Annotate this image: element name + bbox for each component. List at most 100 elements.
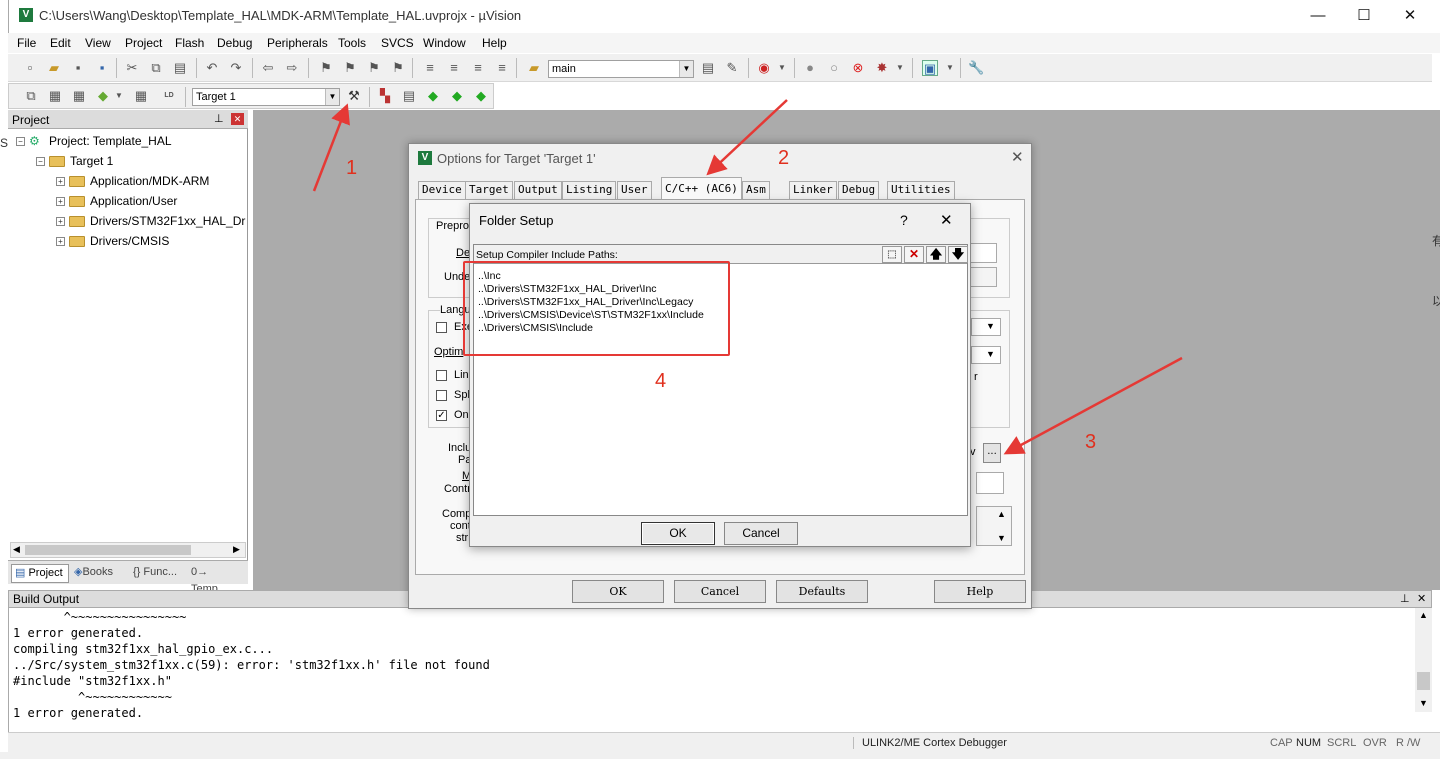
incremental-find-icon[interactable]: ✎ <box>724 60 740 76</box>
scroll-up-icon[interactable]: ▲ <box>1419 610 1428 620</box>
options-for-target-icon[interactable]: ⚒ <box>346 88 362 104</box>
menu-file[interactable]: File <box>17 36 36 50</box>
one-elf-section-checkbox[interactable]: ✓ <box>436 410 447 421</box>
tab-utilities[interactable]: Utilities <box>887 181 955 199</box>
unindent-icon[interactable]: ≡ <box>446 60 462 76</box>
debug-session-icon[interactable]: ◉ <box>756 60 772 76</box>
menu-view[interactable]: View <box>85 36 111 50</box>
pack-installer-icon[interactable]: ◆ <box>425 88 441 104</box>
scroll-thumb[interactable] <box>25 545 191 555</box>
tab-books[interactable]: ◈Books <box>71 564 129 583</box>
menu-help[interactable]: Help <box>482 36 507 50</box>
split-load-checkbox[interactable] <box>436 390 447 401</box>
tab-asm[interactable]: Asm <box>742 181 770 199</box>
bookmark-prev-icon[interactable]: ⚑ <box>342 60 358 76</box>
menu-flash[interactable]: Flash <box>175 36 204 50</box>
tab-project[interactable]: ▤ Project <box>11 564 69 583</box>
cpp-language-dropdown[interactable]: ▼ <box>971 346 1001 364</box>
tree-group[interactable]: + Drivers/CMSIS <box>56 234 169 248</box>
chevron-down-icon[interactable]: ▼ <box>111 88 127 104</box>
tab-output[interactable]: Output <box>514 181 562 199</box>
tree-project-root[interactable]: − ⚙ Project: Template_HAL <box>16 134 172 148</box>
close-icon[interactable]: ✕ <box>1417 592 1426 605</box>
horizontal-scrollbar[interactable]: ◀ ▶ <box>10 542 246 558</box>
menu-debug[interactable]: Debug <box>217 36 252 50</box>
delete-path-icon[interactable]: ✕ <box>904 246 924 263</box>
move-down-icon[interactable]: 🡇 <box>948 246 968 263</box>
menu-svcs[interactable]: SVCS <box>381 36 414 50</box>
scroll-down-icon[interactable]: ▼ <box>997 533 1006 543</box>
new-path-icon[interactable]: ⬚ <box>882 246 902 263</box>
collapse-icon[interactable]: − <box>16 137 25 147</box>
tree-target[interactable]: − Target 1 <box>36 154 113 168</box>
scroll-right-icon[interactable]: ▶ <box>233 544 240 555</box>
manage-rte-icon[interactable]: ◆ <box>473 88 489 104</box>
copy-icon[interactable]: ⧉ <box>148 60 164 76</box>
close-icon[interactable]: ✕ <box>1011 148 1024 166</box>
paste-icon[interactable]: ▤ <box>172 60 188 76</box>
move-up-icon[interactable]: 🡅 <box>926 246 946 263</box>
find-combo[interactable]: main ▼ <box>548 60 694 78</box>
nav-forward-icon[interactable]: ⇨ <box>284 60 300 76</box>
stop-build-icon[interactable]: ▦ <box>133 88 149 104</box>
tree-group[interactable]: + Application/User <box>56 194 177 208</box>
manage-project-icon[interactable]: ▤ <box>401 88 417 104</box>
open-file-icon[interactable]: ▰ <box>46 60 62 76</box>
close-icon[interactable]: ✕ <box>231 113 244 125</box>
pin-icon[interactable]: ⊥ <box>214 112 224 125</box>
new-file-icon[interactable]: ▫ <box>22 60 38 76</box>
tab-cpp-ac6[interactable]: C/C++ (AC6) <box>661 177 742 199</box>
save-icon[interactable]: ▪ <box>70 60 86 76</box>
tab-linker[interactable]: Linker <box>789 181 837 199</box>
load-icon[interactable]: LD <box>161 88 177 104</box>
tab-functions[interactable]: {} Func... <box>130 564 186 583</box>
define-field[interactable] <box>969 243 997 263</box>
configure-icon[interactable]: 🔧 <box>968 60 984 76</box>
translate-icon[interactable]: ⧉ <box>23 88 39 104</box>
include-paths-browse-button[interactable]: ... <box>983 443 1001 463</box>
select-packs-icon[interactable]: ◆ <box>449 88 465 104</box>
help-button[interactable]: Help <box>934 580 1026 603</box>
breakpoint-kill-icon[interactable]: ✸ <box>874 60 890 76</box>
redo-icon[interactable]: ↷ <box>228 60 244 76</box>
comment-icon[interactable]: ≡ <box>470 60 486 76</box>
chevron-down-icon[interactable]: ▼ <box>325 89 339 105</box>
uncomment-icon[interactable]: ≡ <box>494 60 510 76</box>
bookmark-clear-icon[interactable]: ⚑ <box>390 60 406 76</box>
chevron-down-icon[interactable]: ▼ <box>942 60 958 76</box>
chevron-down-icon[interactable]: ▼ <box>986 349 995 359</box>
scroll-down-icon[interactable]: ▼ <box>1419 698 1428 708</box>
breakpoint-insert-icon[interactable]: ● <box>802 60 818 76</box>
chevron-down-icon[interactable]: ▼ <box>892 60 908 76</box>
menu-edit[interactable]: Edit <box>50 36 71 50</box>
ok-button[interactable]: OK <box>641 522 715 545</box>
window-layout-icon[interactable]: ▣ <box>922 60 938 76</box>
indent-icon[interactable]: ≡ <box>422 60 438 76</box>
find-icon[interactable]: ▤ <box>700 60 716 76</box>
minimize-button[interactable]: — <box>1295 0 1341 31</box>
vertical-scrollbar[interactable]: ▲ ▼ <box>1415 608 1432 712</box>
link-time-opt-checkbox[interactable] <box>436 370 447 381</box>
execute-only-checkbox[interactable] <box>436 322 447 333</box>
tree-group[interactable]: + Drivers/STM32F1xx_HAL_Driv <box>56 214 246 228</box>
expand-icon[interactable]: + <box>56 197 65 207</box>
tab-device[interactable]: Device <box>418 181 466 199</box>
undefine-field[interactable] <box>969 267 997 287</box>
maximize-button[interactable]: ☐ <box>1341 0 1387 31</box>
bookmark-next-icon[interactable]: ⚑ <box>366 60 382 76</box>
tree-group[interactable]: + Application/MDK-ARM <box>56 174 209 188</box>
rebuild-icon[interactable]: ▦ <box>71 88 87 104</box>
misc-controls-field[interactable] <box>976 472 1004 494</box>
scroll-thumb[interactable] <box>1417 672 1430 690</box>
cancel-button[interactable]: Cancel <box>674 580 766 603</box>
cancel-button[interactable]: Cancel <box>724 522 798 545</box>
find-in-files-icon[interactable]: ▰ <box>526 60 542 76</box>
breakpoint-disable-icon[interactable]: ⊗ <box>850 60 866 76</box>
batch-build-icon[interactable]: ◆ <box>95 88 111 104</box>
pin-icon[interactable]: ⊥ <box>1400 592 1410 605</box>
chevron-down-icon[interactable]: ▼ <box>679 61 693 77</box>
scroll-up-icon[interactable]: ▲ <box>997 509 1006 519</box>
cut-icon[interactable]: ✂ <box>124 60 140 76</box>
build-icon[interactable]: ▦ <box>47 88 63 104</box>
defaults-button[interactable]: Defaults <box>776 580 868 603</box>
